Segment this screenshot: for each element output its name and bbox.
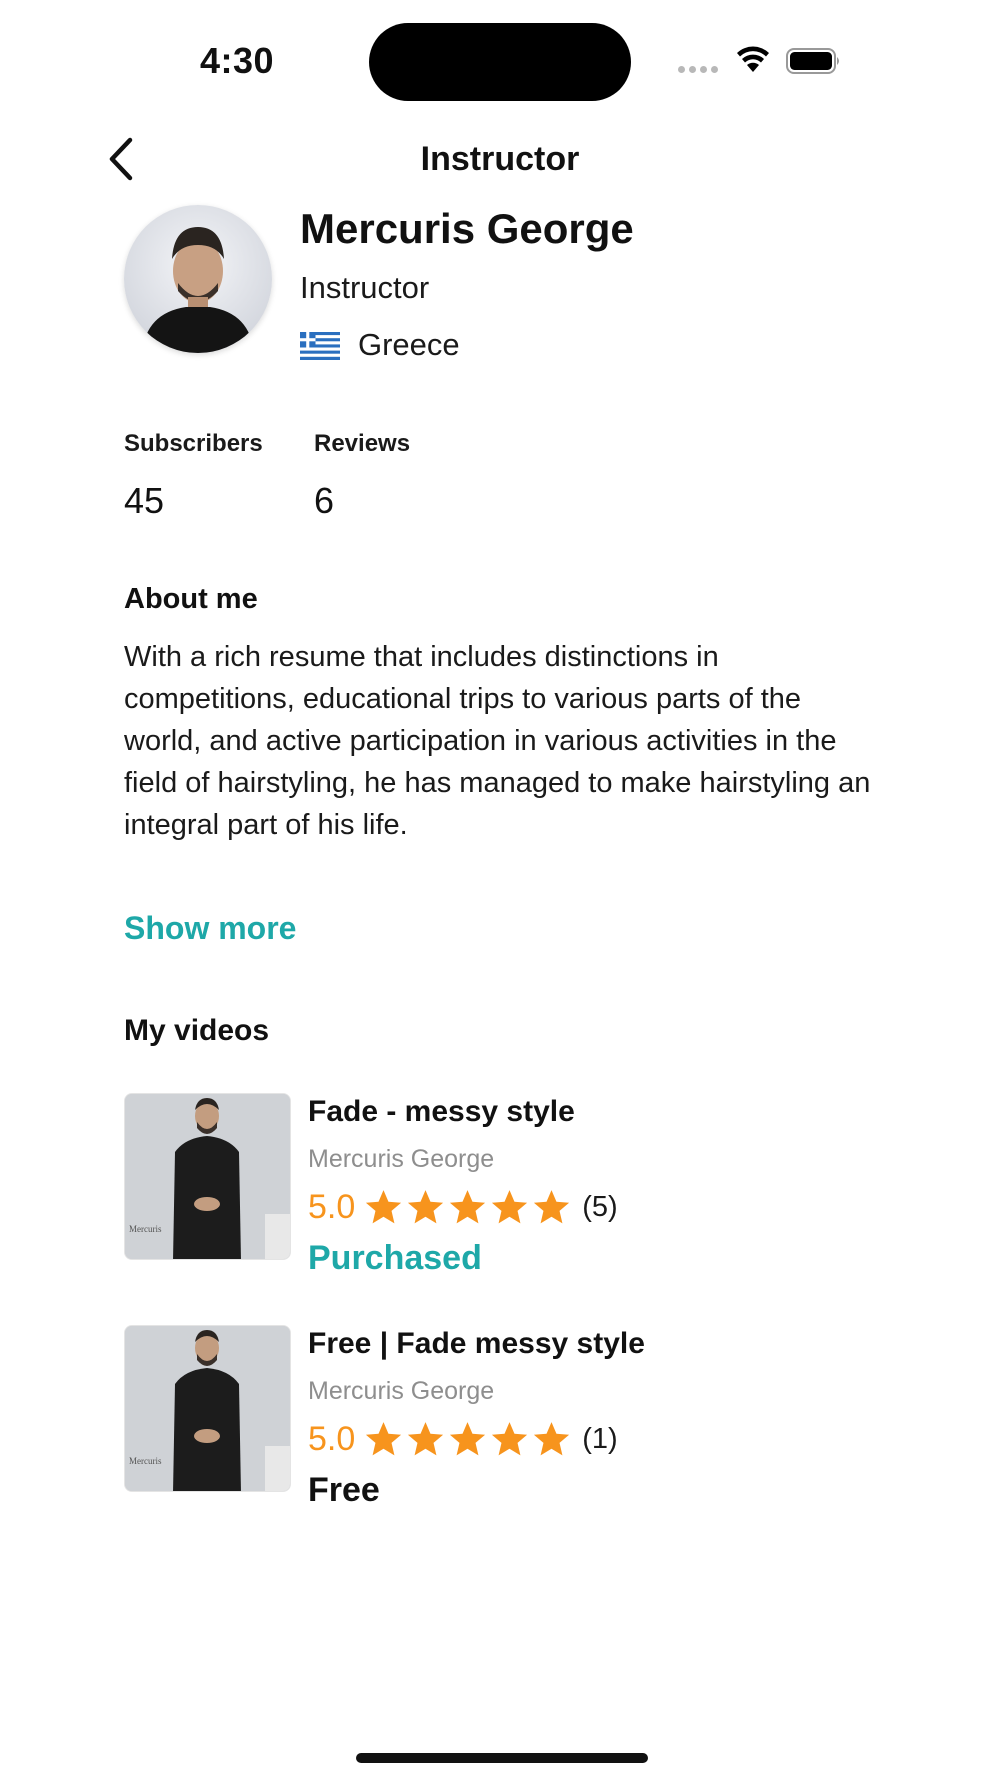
rating-row: 5.0 (1) (308, 1415, 618, 1463)
page-title: Instructor (420, 140, 580, 178)
price-status: Free (308, 1471, 380, 1509)
battery-icon (786, 48, 839, 74)
video-title: Fade - messy style (308, 1095, 575, 1128)
rating-value: 5.0 (308, 1187, 356, 1226)
rating-count: (5) (582, 1190, 618, 1223)
video-author: Mercuris George (308, 1377, 495, 1405)
rating-count: (1) (582, 1422, 618, 1455)
about-heading: About me (124, 583, 258, 615)
wifi-icon (737, 46, 769, 72)
status-time: 4:30 (200, 40, 275, 81)
star-icon (366, 1421, 402, 1455)
star-icon (450, 1189, 486, 1223)
star-icon (450, 1421, 486, 1455)
avatar (124, 205, 272, 353)
star-icon (492, 1421, 528, 1455)
navigation-bar: Instructor (0, 120, 1000, 200)
stat-label: Reviews (314, 430, 411, 457)
rating-row: 5.0 (5) (308, 1183, 618, 1231)
videos-heading: My videos (124, 1014, 270, 1047)
status-bar: 4:30 (0, 0, 1000, 120)
about-text: With a rich resume that includes distinc… (124, 641, 871, 841)
svg-text:Mercuris: Mercuris (129, 1224, 162, 1234)
instructor-role: Instructor (300, 270, 430, 305)
rating-value: 5.0 (308, 1419, 356, 1458)
show-more-link[interactable]: Show more (124, 910, 296, 947)
star-icon (534, 1421, 570, 1455)
home-indicator (356, 1753, 648, 1763)
greece-flag-icon (300, 332, 340, 360)
video-author: Mercuris George (308, 1145, 495, 1173)
purchase-status: Purchased (308, 1239, 482, 1277)
video-thumbnail: Mercuris (124, 1093, 291, 1260)
instructor-name: Mercuris George (300, 205, 634, 252)
star-icon (534, 1189, 570, 1223)
star-icon (408, 1421, 444, 1455)
stat-subscribers: Subscribers 45 (124, 430, 263, 522)
instructor-country: Greece (358, 327, 460, 362)
star-icon (492, 1189, 528, 1223)
stat-reviews: Reviews 6 (314, 430, 410, 522)
stat-value: 45 (124, 480, 165, 521)
stat-label: Subscribers (124, 430, 263, 457)
video-card[interactable]: Mercuris Fade - messy style Mercuris Geo… (124, 1093, 884, 1277)
svg-text:Mercuris: Mercuris (129, 1456, 162, 1466)
star-rating (363, 1419, 572, 1460)
stat-value: 6 (314, 480, 335, 521)
cellular-signal-icon (678, 66, 718, 73)
star-icon (408, 1189, 444, 1223)
video-title: Free | Fade messy style (308, 1327, 645, 1360)
star-icon (366, 1189, 402, 1223)
dynamic-island (369, 23, 631, 101)
star-rating (363, 1187, 572, 1228)
video-card[interactable]: Mercuris Free | Fade messy style Mercuri… (124, 1325, 884, 1509)
video-thumbnail: Mercuris (124, 1325, 291, 1492)
